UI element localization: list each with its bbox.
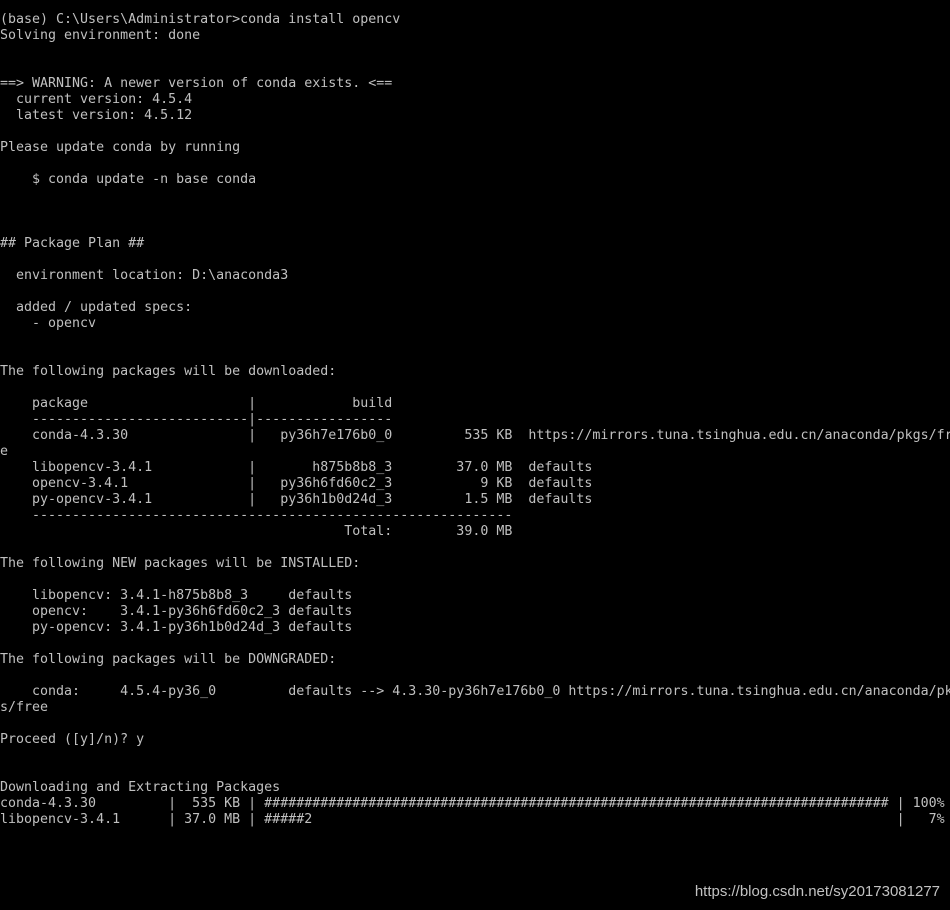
progress-line: libopencv-3.4.1 | 37.0 MB | #####2 | 7% [0, 812, 945, 827]
extract-heading: Downloading and Extracting Packages [0, 780, 281, 795]
solving-environment-line: Solving environment: done [0, 28, 201, 43]
download-table-divider: ----------------------------------------… [0, 508, 513, 523]
proceed-prompt: Proceed ([y]/n)? y [0, 732, 145, 747]
update-command-line: $ conda update -n base conda [0, 172, 257, 187]
install-item: opencv: 3.4.1-py36h6fd60c2_3 defaults [0, 604, 353, 619]
download-table-header: package | build [0, 396, 393, 411]
progress-line: conda-4.3.30 | 535 KB | ################… [0, 796, 945, 811]
download-table-divider: ---------------------------|------------… [0, 412, 393, 427]
downgrade-heading: The following packages will be DOWNGRADE… [0, 652, 337, 667]
download-table-row: libopencv-3.4.1 | h875b8b8_3 37.0 MB def… [0, 460, 593, 475]
install-heading: The following NEW packages will be INSTA… [0, 556, 361, 571]
current-version-line: current version: 4.5.4 [0, 92, 193, 107]
specs-heading: added / updated specs: [0, 300, 193, 315]
download-table-row-wrap: e [0, 444, 9, 459]
download-heading: The following packages will be downloade… [0, 364, 337, 379]
download-table-row: py-opencv-3.4.1 | py36h1b0d24d_3 1.5 MB … [0, 492, 593, 507]
warning-line: ==> WARNING: A newer version of conda ex… [0, 76, 393, 91]
install-item: libopencv: 3.4.1-h875b8b8_3 defaults [0, 588, 353, 603]
downgrade-item: conda: 4.5.4-py36_0 defaults --> 4.3.30-… [0, 684, 950, 699]
console-output[interactable]: (base) C:\Users\Administrator>conda inst… [0, 12, 950, 910]
latest-version-line: latest version: 4.5.12 [0, 108, 193, 123]
watermark-text: https://blog.csdn.net/sy20173081277 [694, 883, 940, 900]
spec-item: - opencv [0, 316, 97, 331]
package-plan-heading: ## Package Plan ## [0, 236, 145, 251]
update-hint-line: Please update conda by running [0, 140, 241, 155]
command-line: (base) C:\Users\Administrator>conda inst… [0, 12, 401, 27]
downgrade-item-wrap: s/free [0, 700, 49, 715]
environment-location-line: environment location: D:\anaconda3 [0, 268, 289, 283]
download-table-row: opencv-3.4.1 | py36h6fd60c2_3 9 KB defau… [0, 476, 593, 491]
install-item: py-opencv: 3.4.1-py36h1b0d24d_3 defaults [0, 620, 353, 635]
download-table-row: conda-4.3.30 | py36h7e176b0_0 535 KB htt… [0, 428, 950, 443]
download-total-line: Total: 39.0 MB [0, 524, 513, 539]
